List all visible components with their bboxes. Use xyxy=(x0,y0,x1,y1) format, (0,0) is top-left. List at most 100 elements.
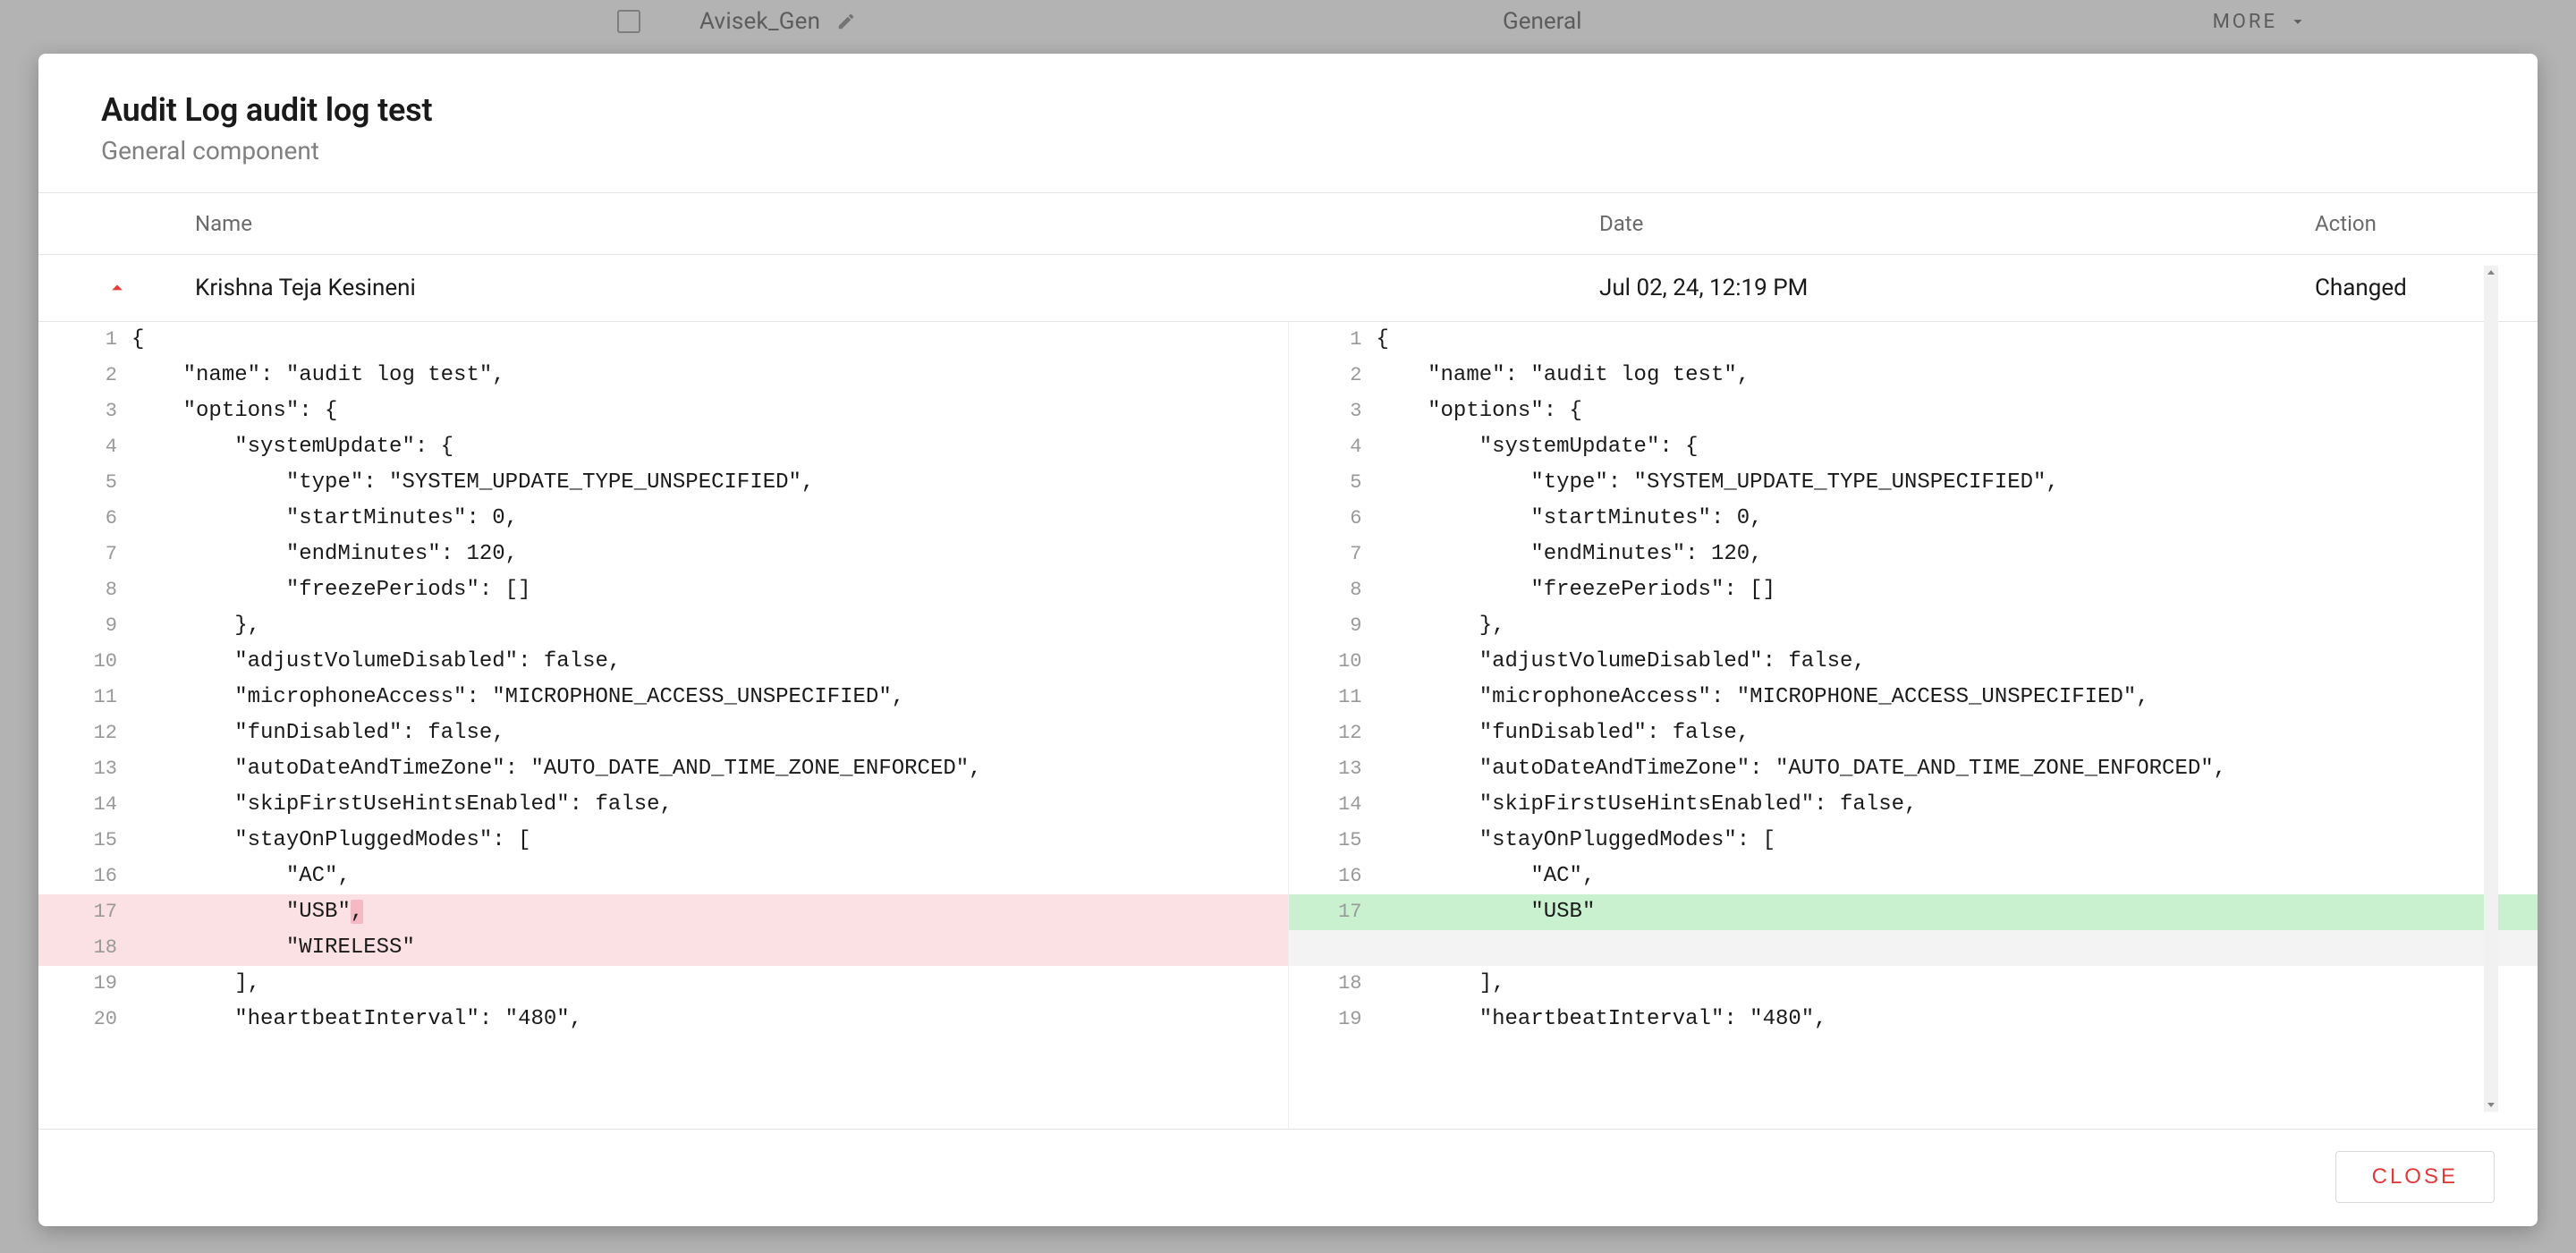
edit-icon[interactable] xyxy=(836,12,856,31)
code-line: 18 ], xyxy=(1289,966,2538,1002)
code-line: 7 "endMinutes": 120, xyxy=(1289,537,2538,572)
code-text: "options": { xyxy=(131,394,1288,429)
code-line: 11 "microphoneAccess": "MICROPHONE_ACCES… xyxy=(1289,680,2538,715)
line-number: 14 xyxy=(1289,787,1377,823)
code-line xyxy=(1289,930,2538,966)
modal-header: Audit Log audit log test General compone… xyxy=(38,54,2538,192)
line-number: 8 xyxy=(1289,572,1377,608)
entry-date: Jul 02, 24, 12:19 PM xyxy=(1599,275,2315,301)
code-text: "autoDateAndTimeZone": "AUTO_DATE_AND_TI… xyxy=(1377,751,2538,787)
code-text: "heartbeatInterval": "480", xyxy=(131,1002,1288,1037)
close-button[interactable]: CLOSE xyxy=(2335,1151,2495,1203)
code-line: 7 "endMinutes": 120, xyxy=(38,537,1288,572)
code-text: "type": "SYSTEM_UPDATE_TYPE_UNSPECIFIED"… xyxy=(1377,465,2538,501)
line-number: 2 xyxy=(1289,358,1377,394)
code-text: }, xyxy=(1377,608,2538,644)
line-number: 11 xyxy=(44,680,131,715)
code-line: 17 "USB" xyxy=(1289,894,2538,930)
code-text: "systemUpdate": { xyxy=(131,429,1288,465)
line-number: 12 xyxy=(1289,715,1377,751)
more-menu[interactable]: MORE xyxy=(2213,11,2308,33)
line-number: 2 xyxy=(44,358,131,394)
line-number: 5 xyxy=(44,465,131,501)
line-number: 13 xyxy=(1289,751,1377,787)
code-line: 3 "options": { xyxy=(38,394,1288,429)
code-line: 10 "adjustVolumeDisabled": false, xyxy=(1289,644,2538,680)
code-line: 9 }, xyxy=(1289,608,2538,644)
code-text: "freezePeriods": [] xyxy=(1377,572,2538,608)
chevron-down-icon xyxy=(2288,12,2308,31)
modal-title: Audit Log audit log test xyxy=(101,91,2493,129)
code-text: }, xyxy=(131,608,1288,644)
modal-subtitle: General component xyxy=(101,136,2493,165)
code-text: "microphoneAccess": "MICROPHONE_ACCESS_U… xyxy=(131,680,1288,715)
line-number: 10 xyxy=(44,644,131,680)
line-number: 5 xyxy=(1289,465,1377,501)
code-line: 4 "systemUpdate": { xyxy=(38,429,1288,465)
audit-log-modal: Audit Log audit log test General compone… xyxy=(38,54,2538,1226)
line-number: 14 xyxy=(44,787,131,823)
code-line: 19 "heartbeatInterval": "480", xyxy=(1289,1002,2538,1037)
code-line: 8 "freezePeriods": [] xyxy=(1289,572,2538,608)
line-number: 16 xyxy=(1289,859,1377,894)
audit-entry-row[interactable]: Krishna Teja Kesineni Jul 02, 24, 12:19 … xyxy=(38,255,2538,322)
code-text: "funDisabled": false, xyxy=(1377,715,2538,751)
diff-pane-after[interactable]: 1{2 "name": "audit log test",3 "options"… xyxy=(1288,322,2538,1129)
row-item-name[interactable]: Avisek_Gen xyxy=(699,8,820,35)
code-line: 6 "startMinutes": 0, xyxy=(1289,501,2538,537)
code-line: 1{ xyxy=(1289,322,2538,358)
line-number: 3 xyxy=(1289,394,1377,429)
line-number: 10 xyxy=(1289,644,1377,680)
code-line: 9 }, xyxy=(38,608,1288,644)
code-line: 14 "skipFirstUseHintsEnabled": false, xyxy=(38,787,1288,823)
code-line: 5 "type": "SYSTEM_UPDATE_TYPE_UNSPECIFIE… xyxy=(38,465,1288,501)
code-line: 10 "adjustVolumeDisabled": false, xyxy=(38,644,1288,680)
code-line: 2 "name": "audit log test", xyxy=(1289,358,2538,394)
line-number: 19 xyxy=(44,966,131,1002)
code-text: "autoDateAndTimeZone": "AUTO_DATE_AND_TI… xyxy=(131,751,1288,787)
code-line: 16 "AC", xyxy=(38,859,1288,894)
code-text: "funDisabled": false, xyxy=(131,715,1288,751)
line-number: 19 xyxy=(1289,1002,1377,1037)
diff-viewer[interactable]: 1{2 "name": "audit log test",3 "options"… xyxy=(38,322,2538,1130)
line-number: 20 xyxy=(44,1002,131,1037)
diff-pane-before[interactable]: 1{2 "name": "audit log test",3 "options"… xyxy=(38,322,1288,1129)
line-number: 17 xyxy=(1289,894,1377,930)
code-text: "skipFirstUseHintsEnabled": false, xyxy=(131,787,1288,823)
code-line: 13 "autoDateAndTimeZone": "AUTO_DATE_AND… xyxy=(1289,751,2538,787)
line-number: 6 xyxy=(44,501,131,537)
scroll-up-icon[interactable] xyxy=(2484,266,2498,280)
line-number: 6 xyxy=(1289,501,1377,537)
code-line: 1{ xyxy=(38,322,1288,358)
vertical-scrollbar[interactable] xyxy=(2484,266,2498,1112)
scroll-down-icon[interactable] xyxy=(2484,1097,2498,1112)
code-text: "options": { xyxy=(1377,394,2538,429)
line-number: 1 xyxy=(1289,322,1377,358)
line-number: 7 xyxy=(44,537,131,572)
line-number: 1 xyxy=(44,322,131,358)
code-text: ], xyxy=(131,966,1288,1002)
row-checkbox[interactable] xyxy=(617,10,640,33)
line-number: 4 xyxy=(44,429,131,465)
code-line: 20 "heartbeatInterval": "480", xyxy=(38,1002,1288,1037)
code-line: 16 "AC", xyxy=(1289,859,2538,894)
line-number: 4 xyxy=(1289,429,1377,465)
code-line: 12 "funDisabled": false, xyxy=(38,715,1288,751)
line-number: 3 xyxy=(44,394,131,429)
background-list-row: Avisek_Gen General MORE xyxy=(0,0,2576,43)
code-line: 13 "autoDateAndTimeZone": "AUTO_DATE_AND… xyxy=(38,751,1288,787)
code-text: ], xyxy=(1377,966,2538,1002)
code-line: 15 "stayOnPluggedModes": [ xyxy=(38,823,1288,859)
code-text: "stayOnPluggedModes": [ xyxy=(1377,823,2538,859)
col-header-action: Action xyxy=(2315,211,2538,236)
code-text: { xyxy=(1377,322,2538,358)
code-text: "USB", xyxy=(131,894,1288,930)
code-text: "endMinutes": 120, xyxy=(1377,537,2538,572)
line-number: 11 xyxy=(1289,680,1377,715)
code-text: "microphoneAccess": "MICROPHONE_ACCESS_U… xyxy=(1377,680,2538,715)
code-line: 15 "stayOnPluggedModes": [ xyxy=(1289,823,2538,859)
code-line: 14 "skipFirstUseHintsEnabled": false, xyxy=(1289,787,2538,823)
line-number: 16 xyxy=(44,859,131,894)
code-text: "endMinutes": 120, xyxy=(131,537,1288,572)
collapse-toggle[interactable] xyxy=(38,275,195,301)
